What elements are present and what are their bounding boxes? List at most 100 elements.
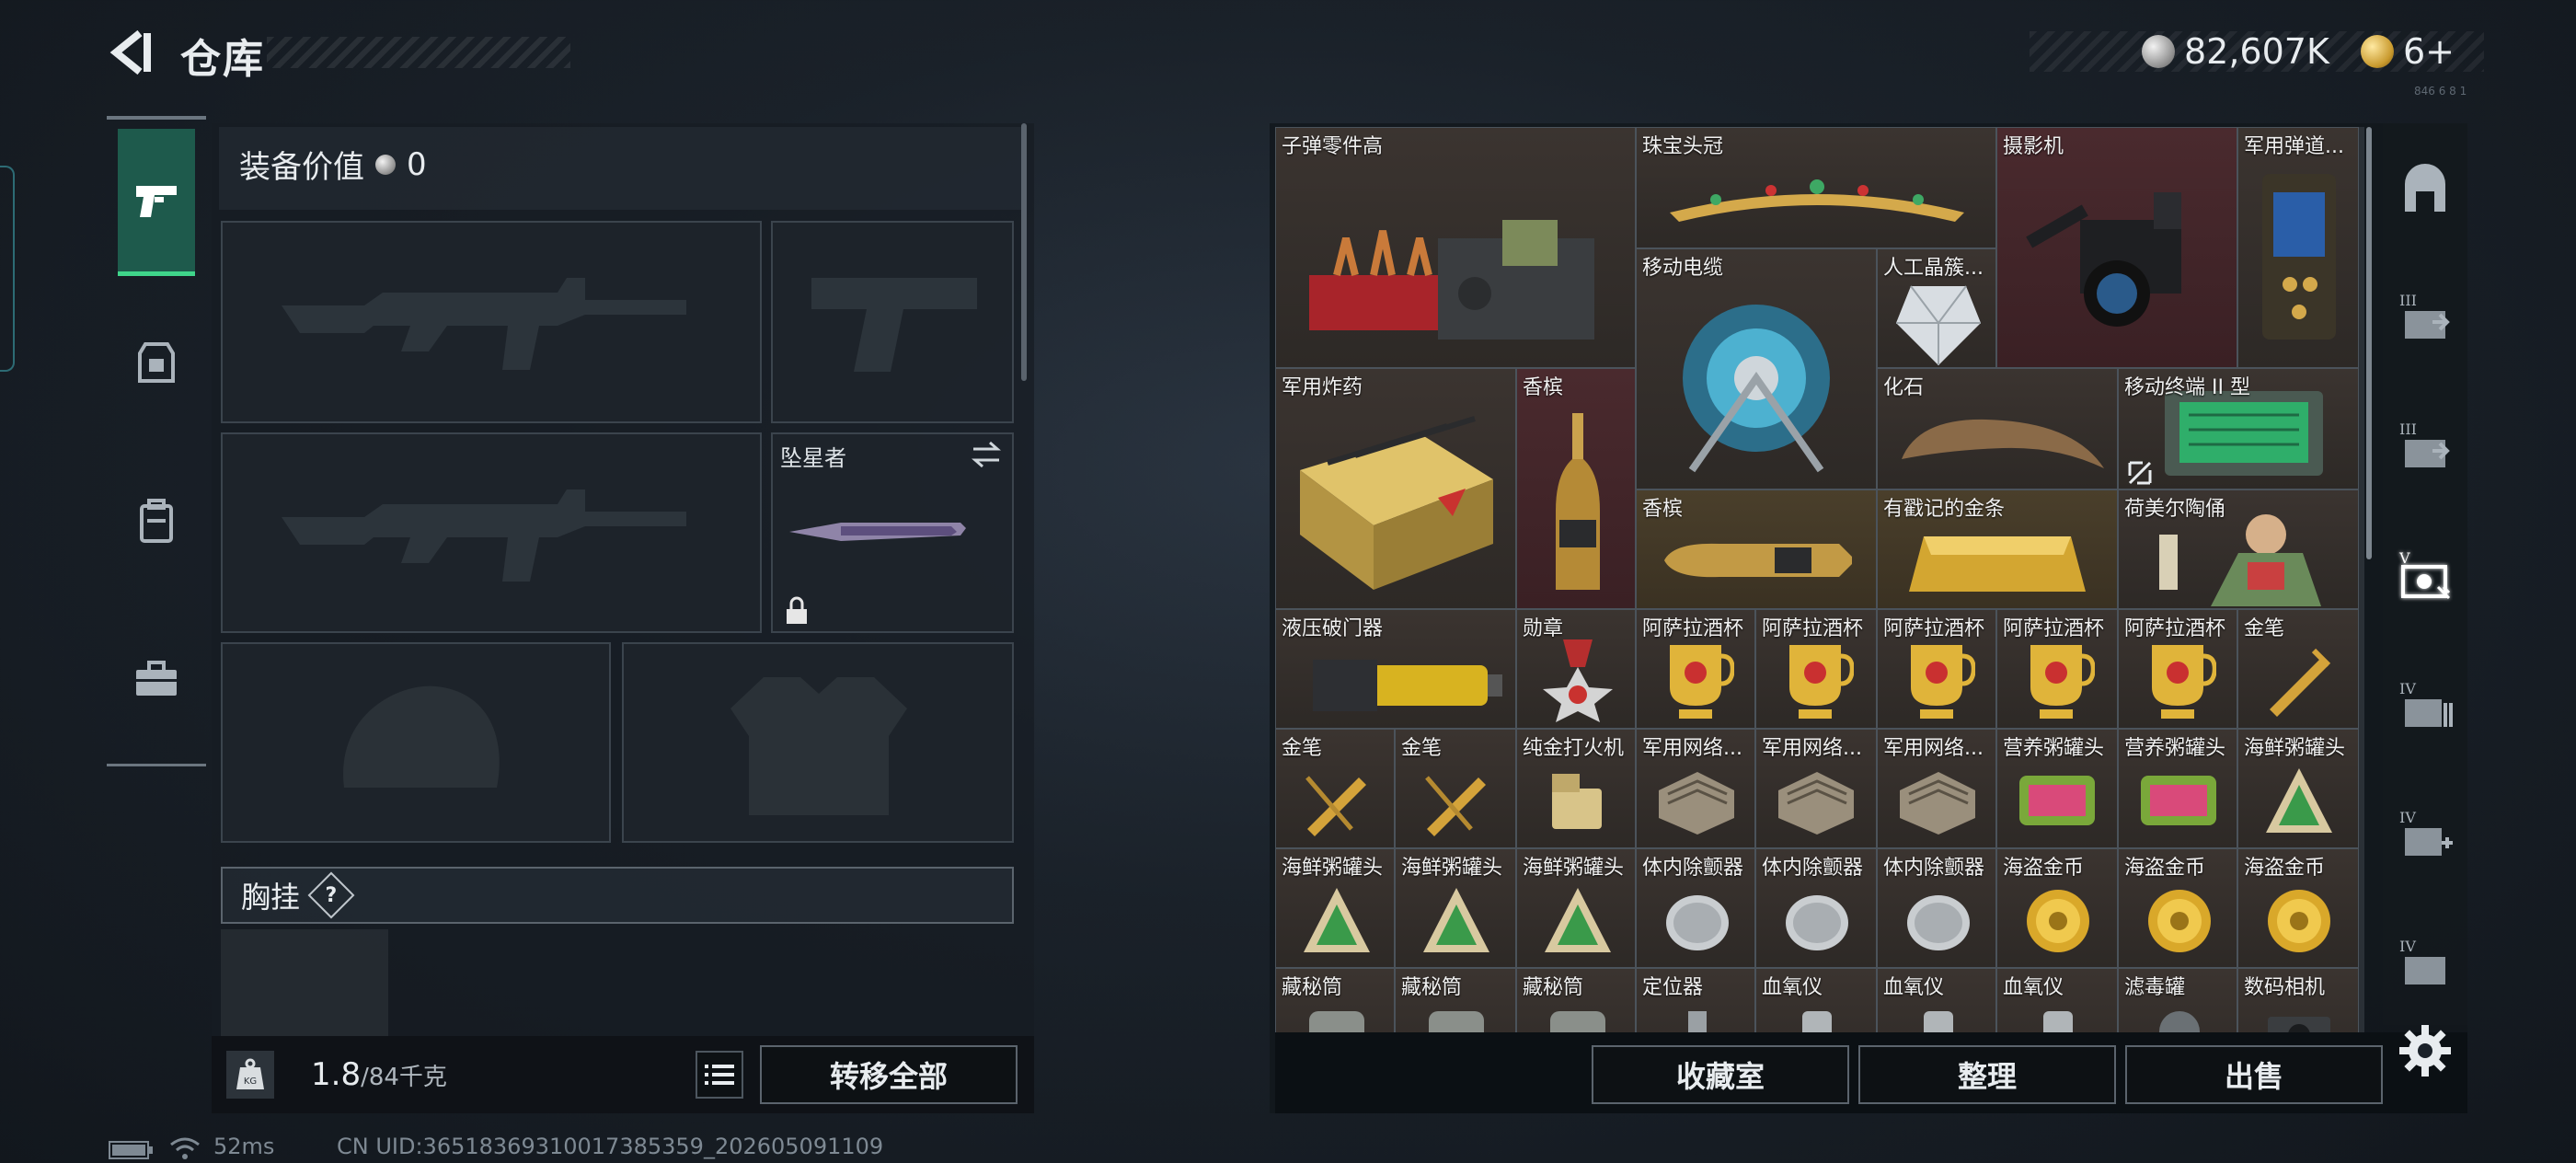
item-name: 体内除颤器 (1642, 857, 1744, 880)
inventory-item[interactable]: 荷美尔陶俑 (2118, 489, 2359, 609)
inventory-item[interactable]: 纯金打火机 (1516, 729, 1636, 848)
item-name: 金笔 (1401, 737, 1443, 760)
inventory-item[interactable]: 藏秘筒 (1516, 968, 1636, 1032)
collection-room-button[interactable]: 收藏室 (1592, 1045, 1849, 1104)
helmet-slot[interactable] (221, 642, 611, 843)
settings-button[interactable] (2398, 1023, 2453, 1078)
inventory-item[interactable]: 勋章 (1516, 609, 1636, 729)
inventory-item[interactable]: 体内除颤器 (1636, 848, 1755, 968)
inventory-item[interactable]: 体内除颤器 (1755, 848, 1877, 968)
inventory-item[interactable]: 血氧仪 (1877, 968, 1996, 1032)
inventory-item[interactable]: 军用网络... (1636, 729, 1755, 848)
defibrillator-icon (1666, 895, 1729, 950)
inventory-item[interactable]: 海盗金币 (1996, 848, 2118, 968)
inventory-item[interactable]: 军用网络... (1755, 729, 1877, 848)
item-name: 海鲜粥罐头 (1523, 857, 1625, 880)
network-device-icon (1659, 772, 1734, 835)
tab-armor[interactable] (118, 324, 195, 401)
inventory-item[interactable]: 藏秘筒 (1275, 968, 1395, 1032)
category-tier-3b[interactable]: III (2390, 410, 2460, 480)
inventory-item[interactable]: 阿萨拉酒杯 (1755, 609, 1877, 729)
category-tier-3a[interactable]: III (2390, 282, 2460, 351)
chest-rig-header: 胸挂 ? (221, 867, 1014, 924)
inventory-item[interactable]: 金笔 (1275, 729, 1395, 848)
inventory-item[interactable]: 血氧仪 (1755, 968, 1877, 1032)
category-tier-4a[interactable]: IV (2390, 670, 2460, 740)
inventory-item[interactable]: 香槟 (1636, 489, 1877, 609)
inventory-item[interactable]: 移动电缆 (1636, 248, 1877, 489)
equipment-scrollbar[interactable] (1021, 123, 1027, 381)
inventory-item[interactable]: 液压破门器 (1275, 609, 1516, 729)
inventory-item[interactable]: 军用网络... (1877, 729, 1996, 848)
list-view-button[interactable] (696, 1051, 743, 1099)
chest-rig-slot[interactable] (221, 929, 388, 1036)
champagne-bottle-icon (1664, 543, 1852, 578)
item-name: 金笔 (1282, 737, 1323, 760)
inventory-item[interactable]: 海盗金币 (2118, 848, 2237, 968)
cable-reel-icon (1683, 305, 1830, 473)
swap-icon[interactable] (970, 440, 1003, 469)
inventory-item[interactable]: 金笔 (1395, 729, 1516, 848)
help-button[interactable]: ? (307, 871, 355, 919)
inventory-item[interactable]: 移动终端 II 型 (2118, 368, 2359, 489)
inventory-item[interactable]: 有戳记的金条 (1877, 489, 2118, 609)
inventory-item[interactable]: 阿萨拉酒杯 (1996, 609, 2118, 729)
tier-label: V (2398, 549, 2410, 567)
inventory-item[interactable]: 滤毒罐 (2118, 968, 2237, 1032)
storage-tier-icon: III (2399, 420, 2450, 467)
tier-label: III (2399, 292, 2417, 309)
category-tier-5[interactable]: V (2390, 539, 2460, 609)
inventory-item[interactable]: 珠宝头冠 (1636, 127, 1996, 248)
secondary-weapon-slot[interactable] (221, 432, 762, 633)
weight-current: 1.8 (311, 1056, 362, 1093)
inventory-item[interactable]: 定位器 (1636, 968, 1755, 1032)
inventory-item[interactable]: 藏秘筒 (1395, 968, 1516, 1032)
inventory-item[interactable]: 阿萨拉酒杯 (2118, 609, 2237, 729)
armor-icon (138, 342, 175, 383)
item-name: 军用网络... (1762, 737, 1862, 760)
melee-slot[interactable]: 坠星者 (771, 432, 1014, 633)
transfer-all-button[interactable]: 转移全部 (760, 1045, 1018, 1104)
inventory-item[interactable]: 血氧仪 (1996, 968, 2118, 1032)
tab-backpack[interactable] (118, 482, 195, 559)
inventory-item[interactable]: 子弹零件高 (1275, 127, 1636, 368)
inventory-item[interactable]: 军用炸药 (1275, 368, 1516, 609)
vest-silhouette-icon (730, 677, 907, 815)
organize-button[interactable]: 整理 (1858, 1045, 2116, 1104)
category-all[interactable] (2390, 155, 2460, 225)
tab-weapons[interactable] (118, 129, 195, 276)
item-name: 数码相机 (2244, 976, 2326, 999)
sidearm-slot[interactable] (771, 221, 1014, 423)
inventory-item[interactable]: 化石 (1877, 368, 2118, 489)
left-edge-handle[interactable] (0, 166, 15, 372)
inventory-item[interactable]: 阿萨拉酒杯 (1636, 609, 1755, 729)
inventory-item[interactable]: 海盗金币 (2237, 848, 2359, 968)
primary-weapon-slot[interactable] (221, 221, 762, 423)
inventory-item[interactable]: 海鲜粥罐头 (1516, 848, 1636, 968)
inventory-item[interactable]: 摄影机 (1996, 127, 2237, 368)
inventory-item[interactable]: 海鲜粥罐头 (1275, 848, 1395, 968)
locator-icon (1688, 1011, 1707, 1032)
pistol-icon (136, 185, 177, 217)
inventory-item[interactable]: 海鲜粥罐头 (2237, 729, 2359, 848)
inventory-scrollbar[interactable] (2366, 127, 2372, 559)
tier-label: IV (2399, 680, 2416, 697)
item-name: 军用网络... (1883, 737, 1984, 760)
inventory-item[interactable]: 金笔 (2237, 609, 2359, 729)
tab-case[interactable] (118, 640, 195, 718)
category-tier-4b[interactable]: IV (2390, 799, 2460, 869)
inventory-item[interactable]: 人工晶簇... (1877, 248, 1996, 368)
sell-button[interactable]: 出售 (2125, 1045, 2383, 1104)
back-button[interactable] (103, 26, 156, 79)
category-tier-4c[interactable]: IV (2390, 927, 2460, 997)
inventory-item[interactable]: 军用弹道... (2237, 127, 2359, 368)
inventory-item[interactable]: 营养粥罐头 (2118, 729, 2237, 848)
inventory-item[interactable]: 体内除颤器 (1877, 848, 1996, 968)
gold-currency[interactable]: 6+ (2361, 26, 2455, 77)
inventory-item[interactable]: 香槟 (1516, 368, 1636, 609)
inventory-item[interactable]: 数码相机 (2237, 968, 2359, 1032)
inventory-item[interactable]: 海鲜粥罐头 (1395, 848, 1516, 968)
inventory-item[interactable]: 营养粥罐头 (1996, 729, 2118, 848)
body-armor-slot[interactable] (622, 642, 1014, 843)
inventory-item[interactable]: 阿萨拉酒杯 (1877, 609, 1996, 729)
